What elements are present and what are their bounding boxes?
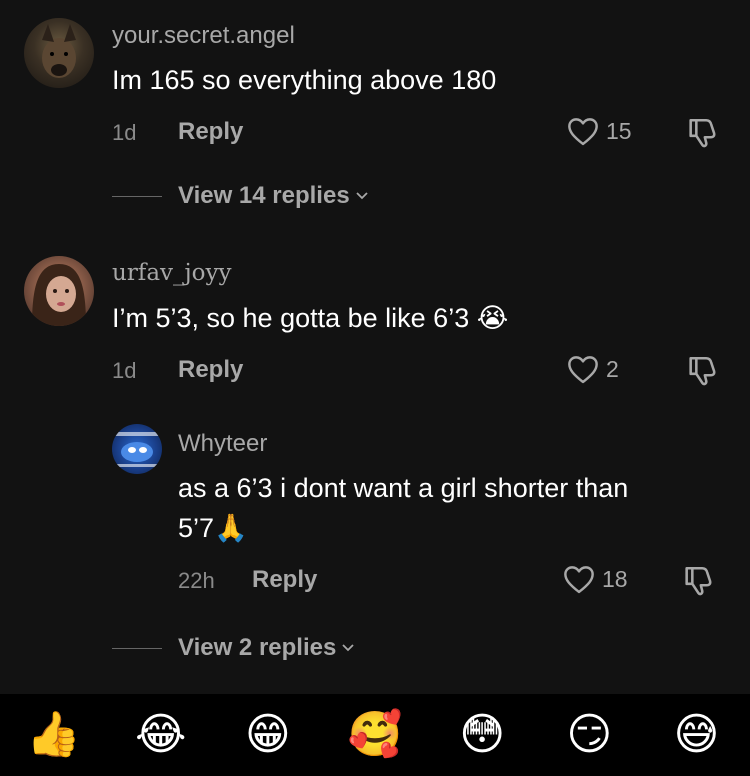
dislike-button[interactable] <box>680 564 716 598</box>
comment-text: I’m 5’3, so he gotta be like 6’3 😭 <box>112 303 509 333</box>
thumbs-down-icon <box>689 356 716 386</box>
heart-icon <box>568 118 598 146</box>
username[interactable]: Whyteer <box>178 430 267 458</box>
avatar[interactable] <box>24 18 94 88</box>
tears-of-joy-emoji-button[interactable]: 😂 <box>131 713 191 757</box>
view-replies-button[interactable]: View 2 replies <box>112 634 356 662</box>
reply-button[interactable]: Reply <box>178 118 243 146</box>
chevron-down-icon <box>356 192 368 200</box>
emoji-quick-bar: 👍 😂 😁 🥰 😳 😏 😅 <box>0 694 750 776</box>
dog-avatar-image <box>42 24 76 78</box>
username[interactable]: urfav_joyy <box>112 260 232 286</box>
dislike-button[interactable] <box>684 116 720 150</box>
view-replies-button[interactable]: View 14 replies <box>112 182 370 210</box>
heart-icon <box>564 566 594 594</box>
like-button[interactable]: 18 <box>562 564 628 594</box>
grinning-emoji-button[interactable]: 😁 <box>238 713 298 757</box>
view-replies-label: View 2 replies <box>178 634 337 661</box>
cartoon-avatar-image <box>112 432 162 467</box>
like-count: 18 <box>602 565 628 592</box>
timestamp: 1d <box>112 120 137 145</box>
timestamp: 22h <box>178 568 215 593</box>
like-button[interactable]: 2 <box>566 354 619 384</box>
thumbs-up-emoji-button[interactable]: 👍 <box>24 713 84 757</box>
divider-line <box>112 647 162 649</box>
reply-button[interactable]: Reply <box>252 566 317 594</box>
timestamp: 1d <box>112 358 137 383</box>
like-button[interactable]: 15 <box>566 116 632 146</box>
avatar[interactable] <box>24 256 94 326</box>
comment-text-line-1: as a 6’3 i dont want a girl shorter than <box>178 473 629 503</box>
sweat-smile-emoji-button[interactable]: 😅 <box>666 713 726 757</box>
divider-line <box>112 195 162 197</box>
view-replies-label: View 14 replies <box>178 182 350 209</box>
thumbs-down-icon <box>685 566 712 596</box>
username[interactable]: your.secret.angel <box>112 22 295 50</box>
comment-text-line-2: 5’7🙏 <box>178 513 248 543</box>
chevron-down-icon <box>342 644 354 652</box>
reply-button[interactable]: Reply <box>178 356 243 384</box>
avatar[interactable] <box>112 424 162 474</box>
smirk-emoji-button[interactable]: 😏 <box>559 713 619 757</box>
thumbs-down-icon <box>689 118 716 148</box>
comment-text: Im 165 so everything above 180 <box>112 65 497 95</box>
person-avatar-image <box>32 264 86 326</box>
flushed-emoji-button[interactable]: 😳 <box>452 713 512 757</box>
like-count: 15 <box>606 117 632 144</box>
heart-icon <box>568 356 598 384</box>
smiling-hearts-emoji-button[interactable]: 🥰 <box>345 713 405 757</box>
dislike-button[interactable] <box>684 354 720 388</box>
like-count: 2 <box>606 355 619 382</box>
